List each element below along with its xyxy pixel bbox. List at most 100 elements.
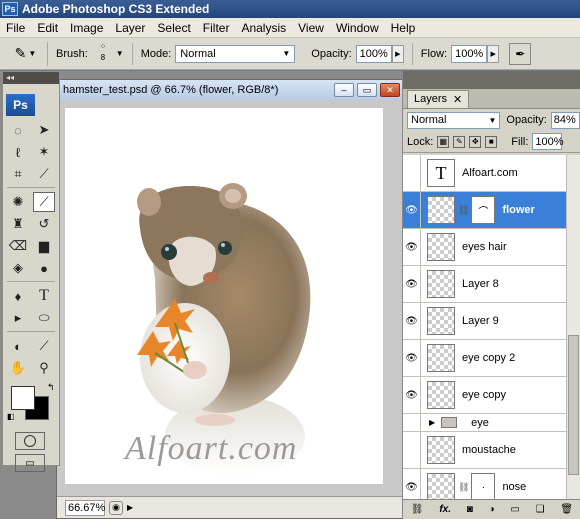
layer-row[interactable]: 👁 eyes hair (403, 228, 580, 266)
opacity-input[interactable]: 100% (355, 44, 392, 63)
opacity-slider-arrow-icon[interactable]: ▶ (391, 44, 404, 63)
menu-edit[interactable]: Edit (31, 21, 64, 35)
layer-mask-thumbnail[interactable]: · (471, 473, 496, 499)
default-colors-icon[interactable]: ◧ (7, 412, 15, 421)
flow-slider-arrow-icon[interactable]: ▶ (487, 44, 500, 63)
chevron-down-icon[interactable]: ▼ (116, 49, 124, 58)
menu-file[interactable]: File (0, 21, 31, 35)
quick-mask-button[interactable] (15, 432, 45, 450)
type-tool-icon[interactable]: T (33, 286, 55, 306)
lock-position-icon[interactable]: ✥ (469, 135, 482, 148)
lasso-tool-icon[interactable]: ℓ (7, 142, 29, 162)
menu-window[interactable]: Window (330, 21, 385, 35)
pen-tool-icon[interactable]: ♦ (7, 286, 29, 306)
eye-icon[interactable]: 👁 (403, 228, 421, 266)
healing-brush-tool-icon[interactable]: ✺ (7, 192, 29, 212)
visibility-toggle[interactable] (403, 431, 421, 469)
layer-row[interactable]: 👁 ⛓ ⌒ flower (403, 191, 580, 229)
eyedropper-tool-icon[interactable]: ⟋ (33, 336, 55, 356)
minimize-icon[interactable]: – (334, 83, 354, 97)
eye-icon[interactable]: 👁 (403, 191, 421, 229)
adjustment-icon[interactable]: ◑ (489, 504, 495, 515)
brush-picker[interactable]: ⁘ 8 (92, 41, 114, 67)
expand-arrow-icon[interactable]: ▶ (429, 418, 435, 427)
fill-input[interactable]: 100% (532, 133, 564, 150)
eye-icon[interactable]: 👁 (403, 302, 421, 340)
mode-select[interactable]: Normal ▼ (175, 44, 296, 63)
lock-all-icon[interactable]: ■ (485, 135, 498, 148)
visibility-toggle[interactable] (403, 155, 421, 192)
slice-tool-icon[interactable]: ⟋ (33, 164, 55, 184)
menu-filter[interactable]: Filter (197, 21, 236, 35)
3d-tool-icon[interactable]: ◐ (7, 336, 29, 356)
brush-tool-icon[interactable]: ⟋ (33, 192, 55, 212)
menu-help[interactable]: Help (385, 21, 422, 35)
blur-tool-icon[interactable]: ◈ (7, 258, 29, 278)
lock-transparent-icon[interactable]: ▦ (437, 135, 450, 148)
layer-row[interactable]: 👁 Layer 8 (403, 265, 580, 303)
layer-row[interactable]: T Alfoart.com (403, 155, 580, 192)
menu-analysis[interactable]: Analysis (235, 21, 292, 35)
marquee-tool-icon[interactable]: ◌ (7, 120, 29, 140)
link-icon[interactable]: ⛓ (458, 205, 469, 216)
path-selection-tool-icon[interactable]: ▸ (7, 308, 29, 328)
trash-icon[interactable]: 🗑 (560, 504, 573, 515)
image-canvas[interactable]: Alfoart.com (65, 108, 383, 484)
crop-tool-icon[interactable]: ⌗ (7, 164, 29, 184)
fx-icon[interactable]: fx. (439, 504, 451, 515)
mask-icon[interactable]: ◙ (467, 504, 473, 515)
eye-icon[interactable]: 👁 (403, 376, 421, 414)
menu-image[interactable]: Image (64, 21, 109, 35)
eye-icon[interactable]: 👁 (403, 339, 421, 377)
eraser-tool-icon[interactable]: ⌫ (7, 236, 29, 256)
clone-stamp-tool-icon[interactable]: ♜ (7, 214, 29, 234)
group-icon[interactable]: ▭ (510, 504, 519, 515)
menu-select[interactable]: Select (151, 21, 196, 35)
layer-row[interactable]: 👁 eye copy 2 (403, 339, 580, 377)
airbrush-toggle-icon[interactable]: ✒ (509, 42, 532, 65)
document-info-icon[interactable]: ◉ (109, 500, 123, 515)
layers-panel: Layers ✕ Normal ▼ Opacity: 84% Lock: ▦ ✎… (402, 71, 580, 519)
screen-mode-button[interactable]: ▭ (15, 454, 45, 472)
foreground-color-swatch[interactable] (11, 386, 35, 410)
chevron-right-icon[interactable]: ▶ (127, 503, 133, 512)
layer-row[interactable]: 👁 ⛓ · nose (403, 468, 580, 499)
swap-colors-icon[interactable]: ↰ (47, 382, 55, 393)
toolbox-collapse-icon[interactable]: ◂◂ (3, 72, 59, 84)
document-title-bar[interactable]: hamster_test.psd @ 66.7% (flower, RGB/8*… (57, 80, 404, 100)
layer-list-scrollbar[interactable] (566, 155, 580, 499)
shape-tool-icon[interactable]: ⬭ (33, 308, 55, 328)
zoom-tool-icon[interactable]: ⚲ (33, 358, 55, 378)
toolbox-logo[interactable]: Ps (6, 94, 35, 116)
new-layer-icon[interactable]: ❏ (536, 504, 545, 515)
lock-pixels-icon[interactable]: ✎ (453, 135, 466, 148)
layer-row[interactable]: 👁 eye copy (403, 376, 580, 414)
menu-view[interactable]: View (292, 21, 330, 35)
gradient-tool-icon[interactable]: ▆ (33, 236, 55, 256)
tab-layers[interactable]: Layers ✕ (407, 90, 470, 108)
tool-preset-picker[interactable]: ✎ ▼ (4, 41, 48, 66)
close-icon[interactable]: ✕ (453, 93, 462, 106)
hand-tool-icon[interactable]: ✋ (7, 358, 29, 378)
layer-row[interactable]: moustache (403, 431, 580, 469)
maximize-icon[interactable]: ▭ (357, 83, 377, 97)
link-icon[interactable]: ⛓ (411, 504, 424, 515)
dodge-tool-icon[interactable]: ● (33, 258, 55, 278)
menu-layer[interactable]: Layer (109, 21, 151, 35)
flow-input[interactable]: 100% (451, 44, 488, 63)
close-icon[interactable]: ✕ (380, 83, 400, 97)
magic-wand-tool-icon[interactable]: ✶ (33, 142, 55, 162)
blend-mode-select[interactable]: Normal ▼ (407, 111, 501, 129)
scrollbar-thumb[interactable] (568, 335, 579, 475)
eye-icon[interactable]: 👁 (403, 265, 421, 303)
eye-icon[interactable]: 👁 (403, 468, 421, 499)
history-brush-tool-icon[interactable]: ↺ (33, 214, 55, 234)
move-tool-icon[interactable]: ➤ (33, 120, 55, 140)
zoom-field[interactable]: 66.67% (65, 499, 105, 516)
link-icon[interactable]: ⛓ (458, 482, 469, 493)
layer-opacity-input[interactable]: 84% (550, 111, 580, 129)
layer-group-row[interactable]: ▶ eye (403, 413, 580, 432)
layer-mask-thumbnail[interactable]: ⌒ (471, 196, 496, 224)
layer-row[interactable]: 👁 Layer 9 (403, 302, 580, 340)
visibility-toggle[interactable] (403, 413, 421, 432)
